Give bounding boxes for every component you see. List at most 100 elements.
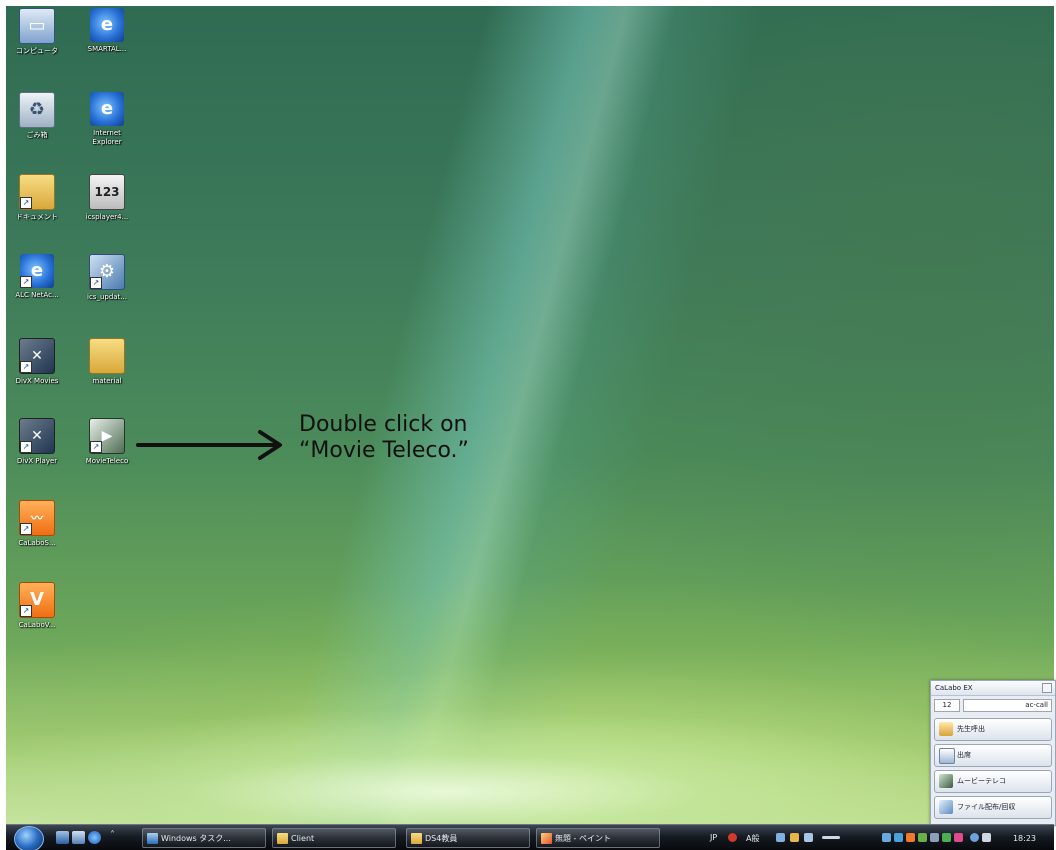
teacher-call-icon — [939, 722, 953, 736]
desktop-icon-label: SMARTAL... — [87, 45, 127, 53]
clock[interactable]: 18:23 — [1013, 834, 1036, 843]
windows-start-orb-icon[interactable] — [14, 826, 44, 850]
desktop-icon-documents[interactable]: ↗ ドキュメント — [11, 174, 63, 222]
show-desktop-icon[interactable] — [56, 831, 69, 844]
desktop-icon-divx-player[interactable]: ✕ ↗ DivX Player — [11, 418, 63, 466]
taskbar-item-paint[interactable]: 無題 - ペイント — [536, 828, 660, 848]
seat-number-field: 12 — [934, 699, 960, 712]
desktop-icon-material[interactable]: material — [81, 338, 133, 386]
taskbar-item-task-manager[interactable]: Windows タスク... — [142, 828, 266, 848]
ime-tool-icon[interactable] — [790, 833, 799, 842]
taskbar-item-client[interactable]: Client — [272, 828, 396, 848]
desktop-icon-smartal[interactable]: e SMARTAL... — [81, 8, 133, 54]
desktop-icon-label: ドキュメント — [16, 213, 58, 221]
desktop: ▭ コンピュータ e SMARTAL... ♻ ごみ箱 e Internet E… — [6, 6, 1054, 824]
calabo-v-icon: V ↗ — [19, 582, 55, 618]
folder-icon: ↗ — [19, 174, 55, 210]
folder-icon — [411, 833, 422, 844]
language-bar[interactable]: JP — [710, 833, 717, 842]
desktop-icon-calabo-v[interactable]: V ↗ CaLaboV... — [11, 582, 63, 630]
taskbar-item-label: 無題 - ペイント — [555, 834, 611, 843]
clapperboard-icon: 123 — [89, 174, 125, 210]
desktop-icon-label: ics_updat... — [87, 293, 127, 301]
desktop-icon-label: Internet Explorer — [92, 129, 122, 146]
desktop-icon-label: icsplayer4... — [85, 213, 129, 221]
desktop-icon-alc-netacademy[interactable]: e ↗ ALC NetAc... — [11, 254, 63, 300]
shortcut-arrow-icon: ↗ — [90, 277, 102, 289]
desktop-icon-label: コンピュータ — [16, 47, 58, 55]
shortcut-arrow-icon: ↗ — [20, 361, 32, 373]
annotation-arrow-icon — [136, 430, 282, 460]
desktop-icon-ics-update[interactable]: ⚙ ↗ ics_updat... — [81, 254, 133, 302]
teacher-call-button[interactable]: 先生呼出 — [934, 718, 1052, 741]
shortcut-arrow-icon: ↗ — [20, 276, 32, 288]
security-icon[interactable] — [894, 833, 903, 842]
chevron-up-icon[interactable]: ˄ — [110, 831, 118, 844]
setup-icon: ⚙ ↗ — [89, 254, 125, 290]
help-icon[interactable] — [804, 833, 813, 842]
attendance-label: 出席 — [957, 751, 971, 759]
shortcut-arrow-icon: ↗ — [20, 441, 32, 453]
folder-icon — [89, 338, 125, 374]
desktop-icon-label: CaLaboS... — [18, 539, 56, 547]
attendance-button[interactable]: 出席 — [934, 744, 1052, 767]
desktop-icon-label: ごみ箱 — [26, 131, 48, 139]
desktop-icon-divx-movies[interactable]: ✕ ↗ DivX Movies — [11, 338, 63, 386]
desktop-icon-icsplayer[interactable]: 123 icsplayer4... — [81, 174, 133, 222]
file-distribute-button[interactable]: ファイル配布/回収 — [934, 796, 1052, 819]
taskbar-item-label: Windows タスク... — [161, 834, 231, 843]
ime-pad-icon[interactable] — [776, 833, 785, 842]
computer-icon: ▭ — [19, 8, 55, 44]
volume-icon[interactable] — [982, 833, 991, 842]
desktop-icon-internet-explorer[interactable]: e Internet Explorer — [81, 92, 133, 147]
shortcut-arrow-icon: ↗ — [20, 197, 32, 209]
calabo-ex-title: CaLabo EX — [935, 684, 973, 692]
calabo-orange-icon: 〰 ↗ — [19, 500, 55, 536]
movie-teleco-icon — [939, 774, 953, 788]
shortcut-arrow-icon: ↗ — [90, 441, 102, 453]
monitor-icon[interactable] — [942, 833, 951, 842]
task-manager-icon — [147, 833, 158, 844]
app-tray-icon[interactable] — [954, 833, 963, 842]
panel-menu-icon[interactable] — [1042, 683, 1052, 693]
desktop-icon-computer[interactable]: ▭ コンピュータ — [11, 8, 63, 56]
movie-teleco-icon: ▶ ↗ — [89, 418, 125, 454]
calabo-ex-title-bar: CaLabo EX — [931, 681, 1055, 696]
internet-explorer-icon: e — [90, 8, 124, 42]
internet-explorer-icon[interactable] — [88, 831, 101, 844]
desktop-icon-recycle-bin[interactable]: ♻ ごみ箱 — [11, 92, 63, 140]
system-tray: JP A般 18:23 — [706, 828, 1046, 848]
ime-mode[interactable]: A般 — [746, 833, 759, 844]
shortcut-arrow-icon: ↗ — [20, 523, 32, 535]
calabo-ex-panel: CaLabo EX 12 ac-call 先生呼出 出席 ムービーテレコ ファイ… — [930, 680, 1056, 826]
divx-icon: ✕ ↗ — [19, 338, 55, 374]
calabo-tray-icon[interactable] — [906, 833, 915, 842]
screen: ▭ コンピュータ e SMARTAL... ♻ ごみ箱 e Internet E… — [0, 0, 1056, 850]
shortcut-arrow-icon: ↗ — [20, 605, 32, 617]
desktop-icon-movie-teleco[interactable]: ▶ ↗ MovieTeleco — [81, 418, 133, 466]
teacher-call-label: 先生呼出 — [957, 725, 985, 733]
calabo-ex-fields: 12 ac-call — [931, 696, 1055, 715]
desktop-icon-label: DivX Movies — [15, 377, 59, 385]
recycle-bin-icon: ♻ — [19, 92, 55, 128]
ime-icon[interactable] — [728, 833, 737, 842]
internet-explorer-icon: e ↗ — [20, 254, 54, 288]
switch-windows-icon[interactable] — [72, 831, 85, 844]
sync-icon[interactable] — [918, 833, 927, 842]
taskbar-item-label: DS4教員 — [425, 834, 458, 843]
taskbar-item-ds4[interactable]: DS4教員 — [406, 828, 530, 848]
network-icon[interactable] — [882, 833, 891, 842]
movie-teleco-button[interactable]: ムービーテレコ — [934, 770, 1052, 793]
desktop-icon-label: MovieTeleco — [85, 457, 129, 465]
annotation-text: Double click on “Movie Teleco.” — [299, 412, 469, 464]
file-distribute-icon — [939, 800, 953, 814]
input-indicator-icon[interactable] — [822, 836, 840, 839]
divx-player-icon: ✕ ↗ — [19, 418, 55, 454]
device-icon[interactable] — [930, 833, 939, 842]
desktop-icon-label: DivX Player — [16, 457, 58, 465]
attendance-icon — [939, 748, 955, 764]
desktop-icon-calabo-s[interactable]: 〰 ↗ CaLaboS... — [11, 500, 63, 548]
taskbar: ˄ Windows タスク... Client DS4教員 無題 - ペイント … — [6, 824, 1054, 850]
annotation-line-2: “Movie Teleco.” — [299, 438, 469, 463]
network-status-icon[interactable] — [970, 833, 979, 842]
